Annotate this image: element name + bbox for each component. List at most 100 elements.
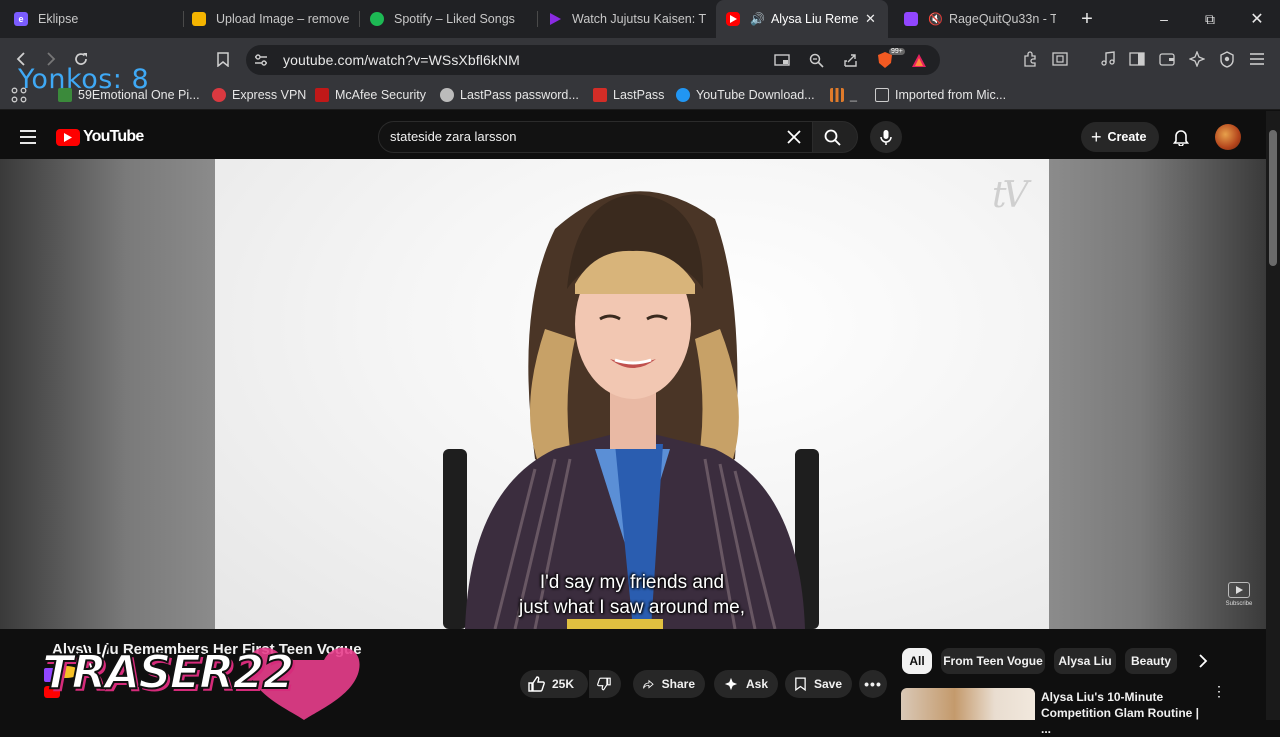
more-vertical-icon[interactable]: ⋮: [1212, 684, 1226, 698]
site-info-icon[interactable]: [248, 47, 274, 73]
chip-all[interactable]: All: [902, 648, 932, 674]
create-button[interactable]: + Create: [1081, 122, 1159, 152]
media-controls-icon[interactable]: [1095, 46, 1121, 72]
stream-overlay-brand: TRASER22: [41, 644, 295, 700]
tab-label: Spotify – Liked Songs: [394, 12, 515, 26]
tab-strip: e Eklipse Upload Image – remove Spotify …: [0, 0, 1280, 38]
brave-rewards-icon[interactable]: [906, 47, 932, 73]
extensions-icon[interactable]: [1017, 46, 1043, 72]
dislike-icon: [597, 677, 611, 691]
like-button[interactable]: 25K: [520, 670, 588, 698]
chip-beauty[interactable]: Beauty: [1125, 648, 1177, 674]
video-captions: I'd say my friends and just what I saw a…: [215, 570, 1049, 620]
twitch-icon: [904, 12, 918, 26]
guide-menu-icon[interactable]: [15, 124, 41, 150]
youtube-logo-text: YouTube: [83, 128, 144, 145]
menu-icon[interactable]: [1244, 46, 1270, 72]
sidebar-icon[interactable]: [1124, 46, 1150, 72]
bookmark-label: LastPass password...: [460, 88, 579, 102]
chip-from-teen-vogue[interactable]: From Teen Vogue: [941, 648, 1045, 674]
bookmark-lastpass-password[interactable]: LastPass password...: [440, 86, 579, 104]
upload-image-icon: [192, 12, 206, 26]
globe-icon: [440, 88, 454, 102]
chevron-right-icon[interactable]: [1190, 648, 1216, 674]
bookmark-mcafee[interactable]: McAfee Security: [315, 86, 426, 104]
recommended-video-thumbnail[interactable]: [901, 688, 1035, 720]
notifications-icon[interactable]: [1168, 124, 1194, 150]
wallet-icon[interactable]: [1154, 46, 1180, 72]
minimize-button[interactable]: –: [1141, 0, 1187, 38]
new-tab-button[interactable]: +: [1064, 0, 1110, 38]
tab-spotify[interactable]: Spotify – Liked Songs: [360, 0, 538, 38]
share-button[interactable]: Share: [633, 670, 705, 698]
eklipse-icon: e: [14, 12, 28, 26]
clear-search-icon[interactable]: [781, 124, 807, 150]
screenshot-icon[interactable]: [1047, 46, 1073, 72]
bookmark-page-icon[interactable]: [210, 46, 236, 72]
save-button[interactable]: Save: [785, 670, 852, 698]
video-scene-illustration: [443, 191, 819, 629]
vpn-shield-icon[interactable]: [1214, 46, 1240, 72]
url-text[interactable]: youtube.com/watch?v=WSsXbfl6kNM: [283, 52, 520, 68]
channel-watermark[interactable]: tV: [992, 175, 1029, 216]
share-icon: [643, 679, 654, 689]
ask-label: Ask: [745, 677, 768, 691]
like-count: 25K: [552, 677, 575, 691]
more-actions-button[interactable]: •••: [859, 670, 887, 698]
chip-alysa-liu[interactable]: Alysa Liu: [1054, 648, 1116, 674]
tab-jujutsu-kaisen[interactable]: Watch Jujutsu Kaisen: Th: [538, 0, 716, 38]
subscribe-watermark-icon[interactable]: [1228, 582, 1250, 598]
youtube-logo[interactable]: YouTube: [56, 128, 144, 146]
tab-label: Upload Image – remove: [216, 12, 350, 26]
close-window-button[interactable]: ✕: [1234, 0, 1280, 38]
muted-icon[interactable]: 🔇: [928, 12, 943, 26]
bookmark-folder-imported[interactable]: Imported from Mic...: [875, 86, 1006, 104]
tab-label: Eklipse: [38, 12, 79, 26]
share-label: Share: [661, 677, 695, 691]
youtube-logo-icon: [56, 128, 80, 146]
audio-playing-icon[interactable]: 🔊: [750, 12, 765, 26]
crunchyroll-icon: [548, 12, 562, 26]
bookmark-label: YouTube Download...: [696, 88, 815, 102]
leo-ai-icon[interactable]: [1184, 46, 1210, 72]
bookmark-label: Express VPN: [232, 88, 307, 102]
bookmark-label: Imported from Mic...: [895, 88, 1007, 102]
tab-twitch[interactable]: 🔇 RageQuitQu33n - Tw: [894, 0, 1066, 38]
video-frame[interactable]: [215, 159, 1049, 629]
caption-line-2: just what I saw around me,: [519, 597, 745, 618]
plus-icon: +: [1091, 126, 1102, 147]
bookmark-youtube-download[interactable]: YouTube Download...: [676, 86, 815, 104]
search-icon[interactable]: [819, 124, 845, 150]
recommended-video-title[interactable]: Alysa Liu's 10-Minute Competition Glam R…: [1041, 689, 1201, 737]
mcafee-icon: [315, 88, 329, 102]
bookmark-lastpass[interactable]: LastPass: [593, 86, 664, 104]
restore-button[interactable]: ⧉: [1187, 0, 1233, 38]
folder-icon: [875, 88, 889, 102]
avatar[interactable]: [1215, 124, 1241, 150]
cast-icon[interactable]: [769, 47, 795, 73]
tab-eklipse[interactable]: e Eklipse: [4, 0, 184, 38]
dislike-button[interactable]: [589, 670, 621, 698]
like-icon: [528, 676, 545, 692]
shields-badge: 99+: [889, 48, 905, 55]
zoom-icon[interactable]: [803, 47, 829, 73]
bookmark-express-vpn[interactable]: Express VPN: [212, 86, 306, 104]
bookmark-audio[interactable]: _: [830, 86, 857, 104]
share-page-icon[interactable]: [837, 47, 863, 73]
search-query[interactable]: stateside zara larsson: [390, 129, 516, 144]
download-icon: [676, 88, 690, 102]
tab-label: RageQuitQu33n - Tw: [948, 12, 1056, 26]
equalizer-icon: [830, 88, 844, 102]
microphone-icon[interactable]: [873, 124, 899, 150]
express-vpn-icon: [212, 88, 226, 102]
tab-upload-image[interactable]: Upload Image – remove: [182, 0, 360, 38]
lastpass-icon: [593, 88, 607, 102]
bookmark-label: McAfee Security: [335, 88, 427, 102]
more-horizontal-icon: •••: [864, 676, 882, 692]
caption-line-1: I'd say my friends and: [539, 572, 725, 593]
ask-button[interactable]: Ask: [714, 670, 778, 698]
subscribe-watermark-label: Subscribe: [1225, 601, 1253, 607]
close-tab-icon[interactable]: ✕: [865, 11, 876, 27]
tab-youtube-active[interactable]: 🔊 Alysa Liu Remem ✕: [716, 0, 888, 38]
scrollbar-thumb[interactable]: [1269, 130, 1277, 266]
